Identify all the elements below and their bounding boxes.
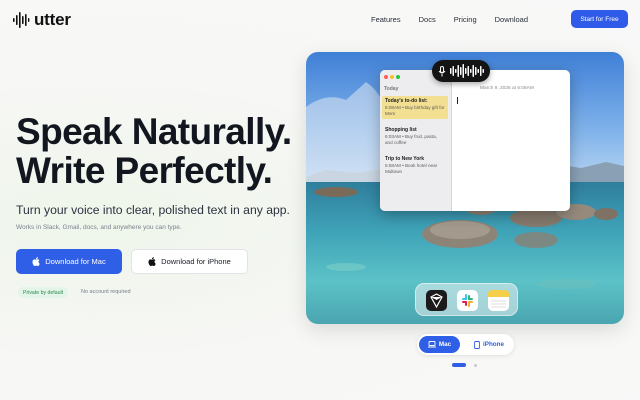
nav-link-features[interactable]: Features [371,15,401,24]
headline-line-2: Write Perfectly. [16,150,273,191]
note-preview: 6:08AM • Buy birthday gift for Mom [385,105,445,116]
brand-name: utter [34,10,71,29]
cursor-app-icon[interactable] [426,290,447,311]
nav-links: Features Docs Pricing Download [371,15,528,24]
download-iphone-button[interactable]: Download for iPhone [131,249,248,274]
note-item[interactable]: Shopping list 6:03AM • Buy fruit, pasta,… [382,125,448,148]
hero-headline: Speak Naturally. Write Perfectly. [16,112,292,190]
minimize-window-dot[interactable] [390,75,394,79]
text-cursor [457,97,458,104]
window-controls [384,75,400,79]
notes-logo-icon [488,290,509,308]
notes-app-window: Today Today's to-do list: 6:08AM • Buy b… [380,70,570,211]
apple-icon [148,257,156,266]
dictation-recorder-pill[interactable] [432,60,490,82]
no-account-text: No account required [81,289,131,295]
microphone-icon [438,65,446,76]
slack-logo-icon [462,294,473,307]
note-preview: 5:58AM • Book hotel near Midtown [385,163,438,174]
nav-link-download[interactable]: Download [495,15,528,24]
platform-toggle: Mac iPhone [417,334,514,355]
notes-section-today: Today [384,86,399,92]
laptop-icon [427,341,436,348]
zoom-window-dot[interactable] [396,75,400,79]
nav-link-docs[interactable]: Docs [419,15,436,24]
works-in-text: Works in Slack, Gmail, docs, and anywher… [16,224,182,231]
tab-mac-label: Mac [438,341,452,348]
waveform-logo-icon [13,12,30,28]
notes-sidebar: Today Today's to-do list: 6:08AM • Buy b… [380,70,452,211]
logo[interactable]: utter [12,10,71,30]
download-mac-button[interactable]: Download for Mac [16,249,122,274]
cursor-logo-icon [430,293,443,309]
audio-waveform-icon [450,64,484,78]
download-iphone-label: Download for iPhone [161,257,231,266]
start-for-free-button[interactable]: Start for Free [571,10,628,28]
tab-mac[interactable]: Mac [419,336,460,353]
tab-iphone[interactable]: iPhone [467,336,511,353]
note-item[interactable]: Today's to-do list: 6:08AM • Buy birthda… [382,96,448,119]
note-preview: 6:03AM • Buy fruit, pasta, and coffee [385,134,437,145]
note-item[interactable]: Trip to New York 5:58AM • Book hotel nea… [382,154,448,177]
top-nav: utter Features Docs Pricing Download Sta… [0,0,640,40]
close-window-dot[interactable] [384,75,388,79]
hero-subhead: Turn your voice into clear, polished tex… [16,203,290,217]
private-badge: Private by default [18,287,69,298]
download-mac-label: Download for Mac [45,257,106,266]
nav-link-pricing[interactable]: Pricing [454,15,477,24]
notes-app-icon[interactable] [488,290,509,311]
apple-icon [32,257,41,266]
note-date: March 9, 2026 at 6:08AM [480,86,534,91]
headline-line-1: Speak Naturally. [16,111,292,152]
slack-app-icon[interactable] [457,290,478,311]
tab-iphone-label: iPhone [483,341,504,348]
note-title: Today's to-do list: [385,98,428,104]
note-title: Trip to New York [385,156,424,162]
carousel-dot-active[interactable] [452,363,466,367]
app-dock [415,283,518,316]
carousel-dot[interactable] [474,364,477,367]
hero-screenshot: Today Today's to-do list: 6:08AM • Buy b… [306,52,624,324]
note-title: Shopping list [385,127,417,133]
phone-icon [474,340,480,349]
